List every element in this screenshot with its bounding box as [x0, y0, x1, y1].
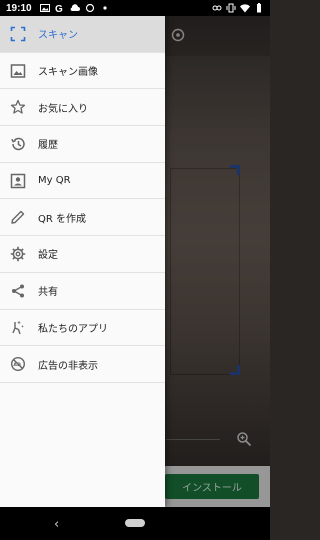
drawer-item-label: 設定 — [38, 250, 58, 262]
link-icon — [212, 5, 222, 11]
svg-text:AD: AD — [13, 362, 21, 368]
no-ads-icon: AD — [10, 357, 26, 372]
scan-icon — [10, 26, 26, 42]
image-icon — [10, 63, 26, 78]
drawer-item-label: 共有 — [38, 287, 58, 299]
cloud-icon — [70, 4, 80, 11]
pencil-icon — [11, 211, 25, 224]
drawer-item-label: スキャン画像 — [38, 67, 98, 79]
google-icon: G — [55, 4, 63, 13]
sync-icon — [85, 3, 94, 13]
status-bar: 19:10 G — [0, 0, 270, 16]
history-icon — [11, 137, 25, 151]
drawer-item-history[interactable]: 履歴 — [0, 126, 165, 163]
drawer-item-label: お気に入り — [38, 103, 88, 115]
vibrate-icon — [226, 3, 236, 13]
star-icon — [10, 100, 26, 114]
drawer-item-my-qr[interactable]: My QR — [0, 163, 165, 200]
share-icon — [12, 284, 24, 298]
apps-icon — [12, 320, 24, 335]
home-pill[interactable] — [125, 519, 145, 527]
image-icon — [39, 4, 50, 12]
status-time: 19:10 — [6, 2, 32, 14]
drawer-item-settings[interactable]: 設定 — [0, 236, 165, 273]
battery-icon — [257, 3, 261, 13]
dot-icon — [102, 6, 107, 10]
drawer-item-favorites[interactable]: お気に入り — [0, 89, 165, 127]
drawer-item-label: My QR — [38, 175, 71, 187]
drawer-item-label: 私たちのアプリ — [38, 323, 108, 335]
navigation-drawer: スキャン スキャン画像 お気に入り 履歴 My QR QR を作成 設定 共有 … — [0, 16, 165, 507]
drawer-item-share[interactable]: 共有 — [0, 273, 165, 310]
drawer-item-label: 広告の非表示 — [38, 360, 98, 372]
drawer-item-our-apps[interactable]: 私たちのアプリ — [0, 310, 165, 347]
back-icon[interactable]: ‹ — [54, 517, 59, 532]
wifi-icon — [240, 4, 250, 13]
drawer-item-remove-ads[interactable]: AD 広告の非表示 — [0, 346, 165, 383]
svg-text:G: G — [55, 4, 63, 13]
drawer-item-label: スキャン — [38, 30, 78, 42]
drawer-item-create-qr[interactable]: QR を作成 — [0, 199, 165, 237]
gear-icon — [10, 246, 26, 262]
drawer-item-label: 履歴 — [38, 140, 58, 152]
drawer-item-scan-image[interactable]: スキャン画像 — [0, 53, 165, 90]
contact-card-icon — [10, 173, 26, 188]
drawer-item-label: QR を作成 — [38, 213, 86, 225]
drawer-item-scan[interactable]: スキャン — [0, 16, 165, 53]
